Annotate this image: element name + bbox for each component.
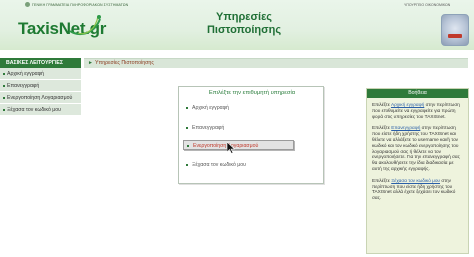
sidebar-item-reregistration[interactable]: Επανεγγραφή — [0, 80, 81, 92]
help-paragraph: Επιλέξτε Ξέχασα τον κωδικό μου στην περί… — [372, 178, 463, 201]
sidebar-item-forgot-password[interactable]: Ξέχασα τον κωδικό μου — [0, 104, 81, 116]
bullet-icon — [186, 164, 188, 166]
service-selection-panel: Επιλέξτε την επιθυμητή υπηρεσία Αρχική ε… — [178, 86, 324, 184]
sidebar-item-initial-registration[interactable]: Αρχική εγγραφή — [0, 68, 81, 80]
option-label: Αρχική εγγραφή — [192, 105, 229, 111]
option-forgot-password[interactable]: Ξέχασα τον κωδικό μου — [186, 160, 306, 170]
help-paragraph: Επιλέξτε Επανεγγραφή στην περίπτωση που … — [372, 125, 463, 171]
help-heading: Βοήθεια — [367, 89, 468, 98]
help-link-initial-registration[interactable]: Αρχική εγγραφή — [391, 102, 424, 107]
option-account-activation[interactable]: Ενεργοποίηση Λογαριασμού — [183, 140, 294, 150]
breadcrumb-text: Υπηρεσίες Πιστοποίησης — [95, 60, 154, 66]
seal-ribbon — [448, 34, 462, 38]
sidebar: ΒΑΣΙΚΕΣ ΛΕΙΤΟΥΡΓΙΕΣ Αρχική εγγραφή Επανε… — [0, 58, 81, 257]
bullet-icon — [186, 107, 188, 109]
help-text: Επιλέξτε — [372, 102, 390, 107]
ministry-right-text: ΥΠΟΥΡΓΕΙΟ ΟΙΚΟΝΟΜΙΚΩΝ — [404, 3, 451, 7]
bullet-icon — [187, 145, 189, 147]
breadcrumb: ► Υπηρεσίες Πιστοποίησης — [84, 58, 468, 68]
ministry-text: ΓΕΝΙΚΗ ΓΡΑΜΜΑΤΕΙΑ ΠΛΗΡΟΦΟΡΙΑΚΩΝ ΣΥΣΤΗΜΑΤ… — [32, 3, 129, 7]
option-initial-registration[interactable]: Αρχική εγγραφή — [186, 103, 306, 113]
arrow-right-icon: ► — [88, 60, 93, 66]
help-text: Επιλέξτε — [372, 177, 390, 183]
help-panel: Βοήθεια Επιλέξτε Αρχική εγγραφή στην περ… — [366, 88, 469, 254]
help-text: στην περίπτωση που είστε ήδη χρήστης του… — [372, 125, 460, 171]
page-title-line1: Υπηρεσίες — [215, 11, 273, 23]
sidebar-heading: ΒΑΣΙΚΕΣ ΛΕΙΤΟΥΡΓΙΕΣ — [0, 58, 81, 68]
page-title-line2: Πιστοποίησης — [206, 24, 282, 36]
option-label: Ενεργοποίηση Λογαριασμού — [193, 143, 259, 149]
help-link-forgot-password[interactable]: Ξέχασα τον κωδικό μου — [391, 178, 440, 183]
emblem-icon — [25, 2, 30, 7]
option-reregistration[interactable]: Επανεγγραφή — [186, 123, 306, 133]
option-label: Επανεγγραφή — [192, 125, 225, 131]
service-selection-title: Επιλέξτε την επιθυμητή υπηρεσία — [208, 90, 296, 96]
mouse-pointer-icon — [227, 142, 235, 154]
sidebar-item-account-activation[interactable]: Ενεργοποίηση Λογαριασμού — [0, 92, 81, 104]
page-header: ΓΕΝΙΚΗ ΓΡΑΜΜΑΤΕΙΑ ΠΛΗΡΟΦΟΡΙΑΚΩΝ ΣΥΣΤΗΜΑΤ… — [0, 0, 474, 50]
ministry-seal-icon — [441, 14, 469, 46]
option-label: Ξέχασα τον κωδικό μου — [192, 162, 246, 168]
help-text: Επιλέξτε — [372, 125, 390, 131]
help-link-reregistration[interactable]: Επανεγγραφή — [391, 125, 420, 130]
help-paragraph: Επιλέξτε Αρχική εγγραφή στην περίπτωση π… — [372, 102, 463, 119]
help-body: Επιλέξτε Αρχική εγγραφή στην περίπτωση π… — [367, 98, 468, 201]
bullet-icon — [186, 127, 188, 129]
